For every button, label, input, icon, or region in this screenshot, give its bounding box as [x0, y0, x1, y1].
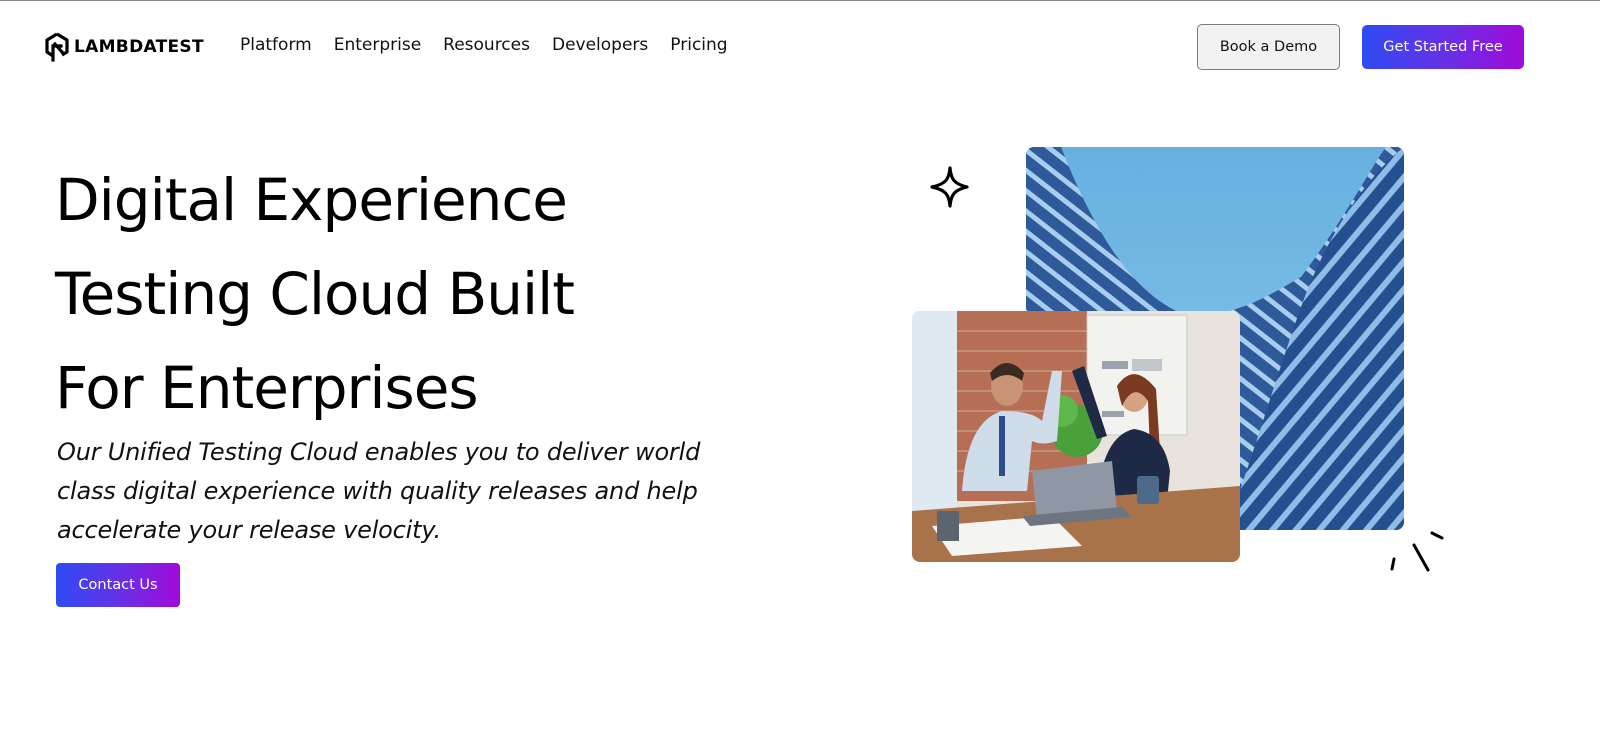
office-high-five-graphic — [912, 311, 1240, 562]
nav-platform[interactable]: Platform — [240, 35, 312, 55]
hero-title-line: Testing Cloud Built — [55, 260, 575, 328]
lambdatest-logo-icon — [45, 32, 69, 62]
nav-enterprise[interactable]: Enterprise — [334, 35, 421, 55]
nav-pricing[interactable]: Pricing — [670, 35, 727, 55]
site-header: LAMBDATEST Platform Enterprise Resources… — [0, 1, 1600, 93]
contact-us-button[interactable]: Contact Us — [56, 563, 180, 607]
burst-lines-icon — [1390, 531, 1444, 572]
logo-text: LAMBDATEST — [74, 37, 204, 57]
hero-title-line: Digital Experience — [55, 166, 568, 234]
main-nav: Platform Enterprise Resources Developers… — [240, 35, 750, 55]
nav-developers[interactable]: Developers — [552, 35, 648, 55]
office-image — [912, 311, 1240, 562]
get-started-button[interactable]: Get Started Free — [1362, 25, 1524, 69]
logo[interactable]: LAMBDATEST — [44, 32, 204, 62]
sparkle-icon — [930, 166, 969, 208]
hero-title: Digital Experience Testing Cloud Built F… — [55, 153, 775, 435]
nav-resources[interactable]: Resources — [443, 35, 530, 55]
book-demo-button[interactable]: Book a Demo — [1197, 24, 1340, 70]
hero-subtitle: Our Unified Testing Cloud enables you to… — [57, 438, 701, 544]
hero-title-line: For Enterprises — [55, 354, 479, 422]
